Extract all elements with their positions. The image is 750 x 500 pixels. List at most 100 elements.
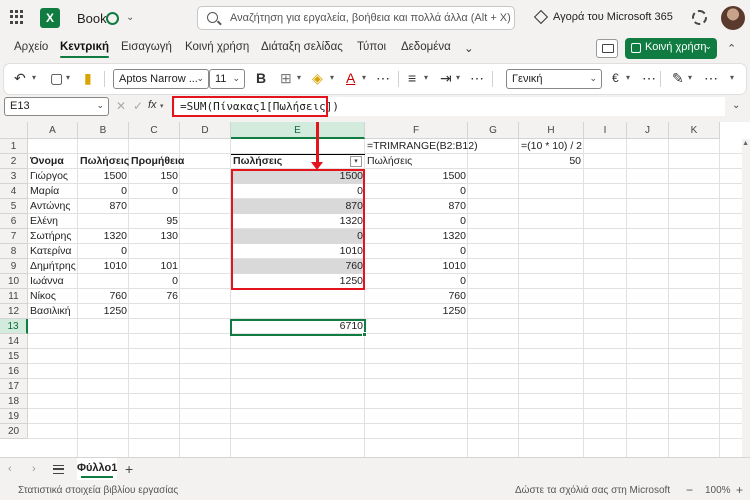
- chevron-up-icon[interactable]: ⌃: [727, 42, 736, 55]
- font-name-dropdown[interactable]: Aptos Narrow ... ⌄: [113, 69, 209, 89]
- cell-f6[interactable]: 0: [365, 214, 468, 229]
- cell-a8[interactable]: Κατερίνα: [28, 244, 78, 259]
- cell-c6[interactable]: 95: [129, 214, 180, 229]
- cell-c12[interactable]: [129, 304, 180, 319]
- bold-button[interactable]: B: [256, 70, 266, 86]
- row-header-2[interactable]: 2: [0, 154, 28, 169]
- cell-c9[interactable]: 101: [129, 259, 180, 274]
- fill-handle[interactable]: [362, 332, 367, 337]
- column-header-g[interactable]: G: [468, 122, 519, 139]
- row-header-16[interactable]: 16: [0, 364, 28, 379]
- more-options-icon[interactable]: ⋯: [376, 70, 390, 86]
- insert-function-icon[interactable]: fx: [148, 99, 157, 111]
- cell-b3[interactable]: 1500: [78, 169, 129, 184]
- cell-f1[interactable]: =TRIMRANGE(B2:B12): [365, 139, 480, 154]
- cell-h2[interactable]: 50: [519, 154, 583, 169]
- chevron-down-icon[interactable]: ▾: [688, 73, 692, 82]
- cell-f3[interactable]: 1500: [365, 169, 468, 184]
- conditional-format-icon[interactable]: ✎: [672, 70, 684, 86]
- select-all-corner[interactable]: [0, 122, 28, 139]
- cell-b11[interactable]: 760: [78, 289, 129, 304]
- row-header-3[interactable]: 3: [0, 169, 28, 184]
- row-header-15[interactable]: 15: [0, 349, 28, 364]
- cell-c3[interactable]: 150: [129, 169, 180, 184]
- next-sheet-icon[interactable]: ›: [32, 463, 36, 475]
- avatar[interactable]: [721, 6, 745, 30]
- cell-a5[interactable]: Αντώνης: [28, 199, 78, 214]
- more-options-icon[interactable]: ⋯: [704, 70, 718, 86]
- row-header-8[interactable]: 8: [0, 244, 28, 259]
- align-icon[interactable]: ≡: [408, 70, 416, 86]
- cell-f7[interactable]: 1320: [365, 229, 468, 244]
- cell-b9[interactable]: 1010: [78, 259, 129, 274]
- cell-c5[interactable]: [129, 199, 180, 214]
- column-header-f[interactable]: F: [365, 122, 468, 139]
- sheet-tab-active[interactable]: Φύλλο1: [77, 458, 117, 480]
- row-header-4[interactable]: 4: [0, 184, 28, 199]
- share-button[interactable]: Κοινή χρήση ⌄: [625, 38, 717, 59]
- confirm-icon[interactable]: ✓: [133, 99, 143, 113]
- wrap-text-icon[interactable]: ⇥: [440, 70, 452, 86]
- column-header-b[interactable]: B: [78, 122, 129, 139]
- add-sheet-button[interactable]: +: [125, 461, 133, 477]
- cell-a10[interactable]: Ιωάννα: [28, 274, 78, 289]
- previous-sheet-icon[interactable]: ‹: [8, 463, 12, 475]
- cell-b10[interactable]: [78, 274, 129, 289]
- cell-f10[interactable]: 0: [365, 274, 468, 289]
- cell-b5[interactable]: 870: [78, 199, 129, 214]
- buy-microsoft-365-link[interactable]: Αγορά του Microsoft 365: [553, 11, 673, 23]
- tab-insert[interactable]: Εισαγωγή: [121, 41, 172, 53]
- more-tabs-chevron-icon[interactable]: ⌄: [464, 41, 474, 55]
- search-box[interactable]: Αναζήτηση για εργαλεία, βοήθεια και πολλ…: [197, 6, 515, 30]
- font-size-dropdown[interactable]: 11 ⌄: [209, 69, 245, 89]
- column-header-d[interactable]: D: [180, 122, 231, 139]
- cell-c4[interactable]: 0: [129, 184, 180, 199]
- clipboard-icon[interactable]: ▢: [50, 70, 63, 86]
- row-header-20[interactable]: 20: [0, 424, 28, 439]
- more-options-icon[interactable]: ⋯: [642, 70, 656, 86]
- row-header-1[interactable]: 1: [0, 139, 28, 154]
- workbook-statistics-link[interactable]: Στατιστικά στοιχεία βιβλίου εργασίας: [18, 485, 178, 496]
- chevron-down-icon[interactable]: ▾: [66, 73, 70, 82]
- cell-b7[interactable]: 1320: [78, 229, 129, 244]
- tab-file[interactable]: Αρχείο: [14, 41, 48, 53]
- row-header-10[interactable]: 10: [0, 274, 28, 289]
- cell-a11[interactable]: Νίκος: [28, 289, 78, 304]
- cell-c7[interactable]: 130: [129, 229, 180, 244]
- cell-e2[interactable]: Πωλήσεις: [231, 154, 284, 169]
- fill-color-icon[interactable]: ◈: [312, 70, 323, 86]
- chevron-down-icon[interactable]: ⌄: [126, 12, 134, 23]
- feedback-link[interactable]: Δώστε τα σχόλιά σας στη Microsoft: [515, 485, 670, 496]
- tab-home[interactable]: Κεντρική: [60, 41, 110, 58]
- column-header-h[interactable]: H: [519, 122, 584, 139]
- chevron-down-icon[interactable]: ▾: [160, 102, 164, 110]
- workbook-title[interactable]: Book: [77, 11, 107, 26]
- cell-c10[interactable]: 0: [129, 274, 180, 289]
- undo-icon[interactable]: ↶: [14, 70, 26, 86]
- zoom-level[interactable]: 100%: [705, 485, 731, 496]
- chevron-down-icon[interactable]: ▾: [362, 73, 366, 82]
- cell-f12[interactable]: 1250: [365, 304, 468, 319]
- chevron-down-icon[interactable]: ⌄: [732, 100, 740, 111]
- row-header-6[interactable]: 6: [0, 214, 28, 229]
- cell-h1[interactable]: =(10 * 10) / 2: [519, 139, 584, 154]
- cell-c8[interactable]: [129, 244, 180, 259]
- chevron-down-icon[interactable]: ▾: [424, 73, 428, 82]
- cell-f4[interactable]: 0: [365, 184, 468, 199]
- column-header-j[interactable]: J: [627, 122, 669, 139]
- tab-share[interactable]: Κοινή χρήση: [185, 41, 249, 53]
- cell-f8[interactable]: 0: [365, 244, 468, 259]
- excel-logo-icon[interactable]: X: [40, 8, 60, 28]
- cell-f5[interactable]: 870: [365, 199, 468, 214]
- gear-icon[interactable]: [692, 10, 707, 25]
- comments-button[interactable]: [596, 39, 618, 58]
- cell-b8[interactable]: 0: [78, 244, 129, 259]
- row-header-11[interactable]: 11: [0, 289, 28, 304]
- format-painter-icon[interactable]: ▮: [84, 70, 92, 86]
- spreadsheet-grid[interactable]: ABCDEFGHIJK 1 2 3 4 5 6 7 8 9 10 11 12 13 14 15 16 17 18 1…: [0, 122, 750, 457]
- row-header-14[interactable]: 14: [0, 334, 28, 349]
- cell-c2[interactable]: Προμήθεια: [129, 154, 186, 169]
- currency-format-button[interactable]: €: [612, 70, 619, 86]
- cell-a9[interactable]: Δημήτρης: [28, 259, 78, 274]
- tab-data[interactable]: Δεδομένα: [401, 41, 451, 53]
